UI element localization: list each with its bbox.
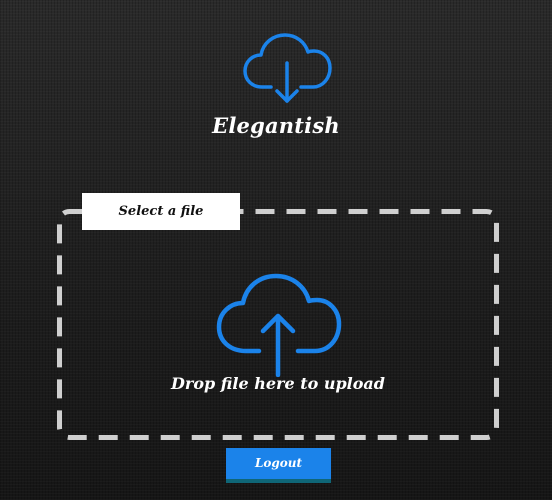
app-header: Elegantish [0,0,552,150]
logout-button[interactable]: Logout [226,448,331,483]
cloud-download-icon [243,33,332,103]
drop-instructions: Drop file here to upload [171,374,385,393]
app-title: Elegantish [212,113,340,138]
cloud-upload-icon [216,273,342,377]
select-file-button[interactable]: Select a file [82,193,240,230]
